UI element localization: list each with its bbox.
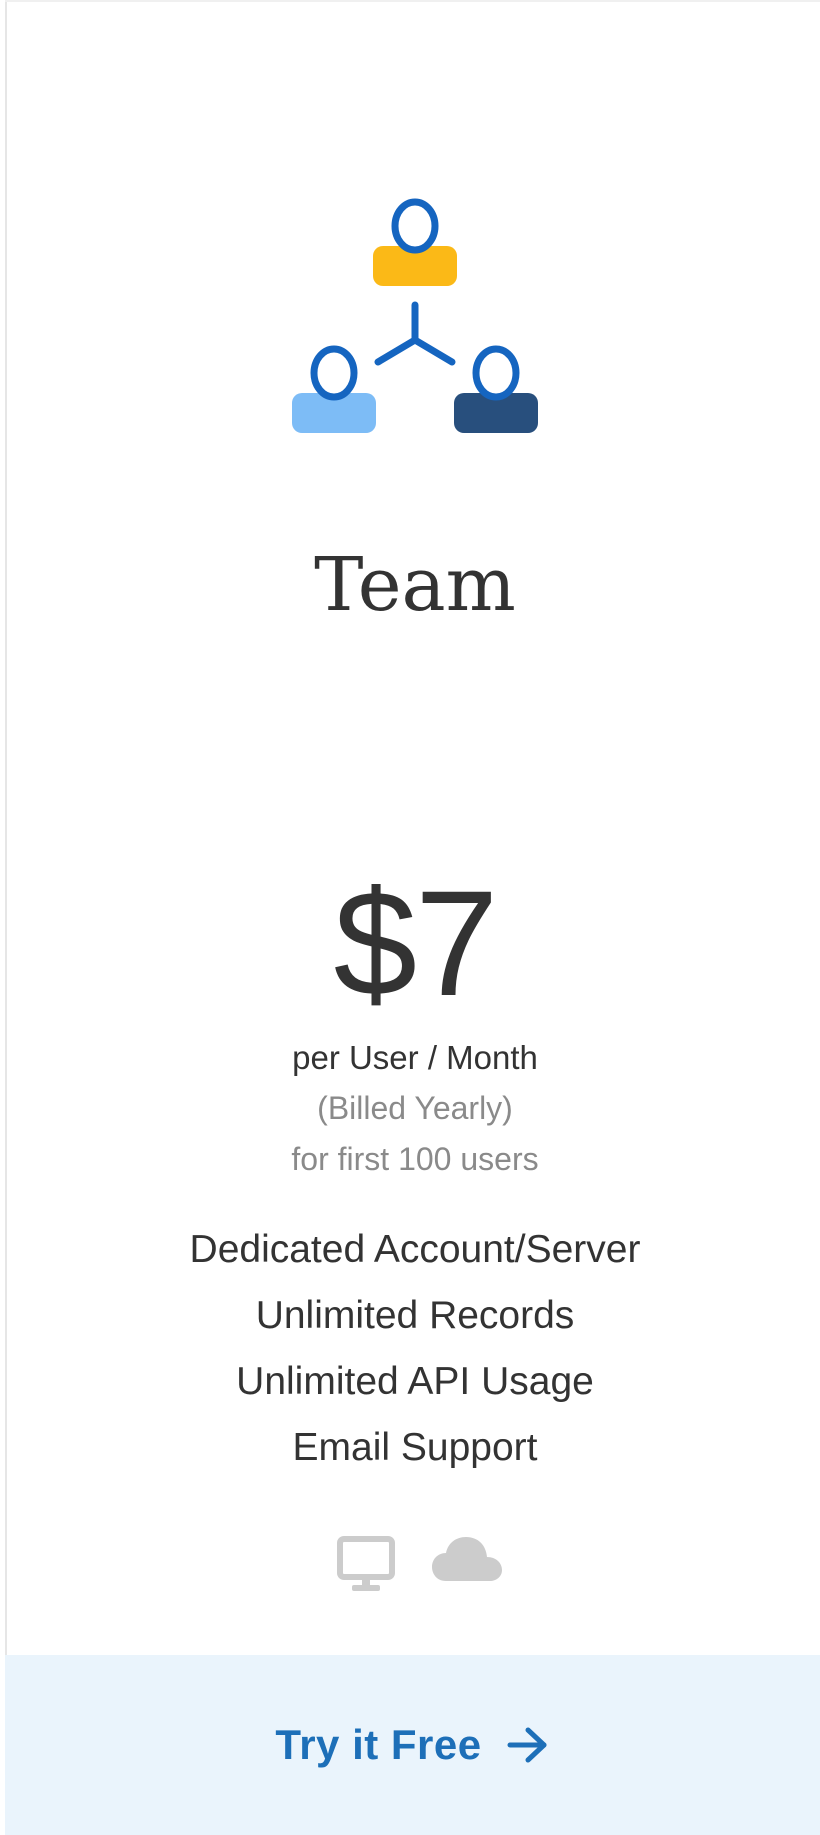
price-unit: per User / Month [292, 1039, 538, 1076]
feature-list: Dedicated Account/Server Unlimited Recor… [0, 1217, 820, 1481]
feature-item: Unlimited Records [255, 1294, 575, 1337]
arrow-right-icon [507, 1727, 547, 1763]
person-top [373, 198, 457, 286]
feature-item: Unlimited API Usage [236, 1360, 594, 1403]
pricing-card: Team $7 per User / Month (Billed Yearly)… [0, 0, 820, 1835]
user-limit-note: for first 100 users [291, 1141, 539, 1177]
billing-note: (Billed Yearly) [317, 1090, 513, 1126]
team-network-icon [292, 198, 538, 433]
feature-item: Dedicated Account/Server [189, 1228, 641, 1271]
cloud-icon [432, 1537, 502, 1581]
card-top-border [5, 0, 820, 2]
plan-price: $7 [333, 859, 499, 1027]
person-left [292, 345, 376, 433]
desktop-icon [337, 1536, 395, 1591]
try-it-free-label: Try it Free [275, 1721, 482, 1768]
try-it-free-button[interactable]: Try it Free [5, 1655, 820, 1835]
feature-item: Email Support [292, 1426, 538, 1469]
platform-icons [336, 1535, 506, 1595]
person-right [454, 345, 538, 433]
plan-name: Team [314, 542, 516, 628]
